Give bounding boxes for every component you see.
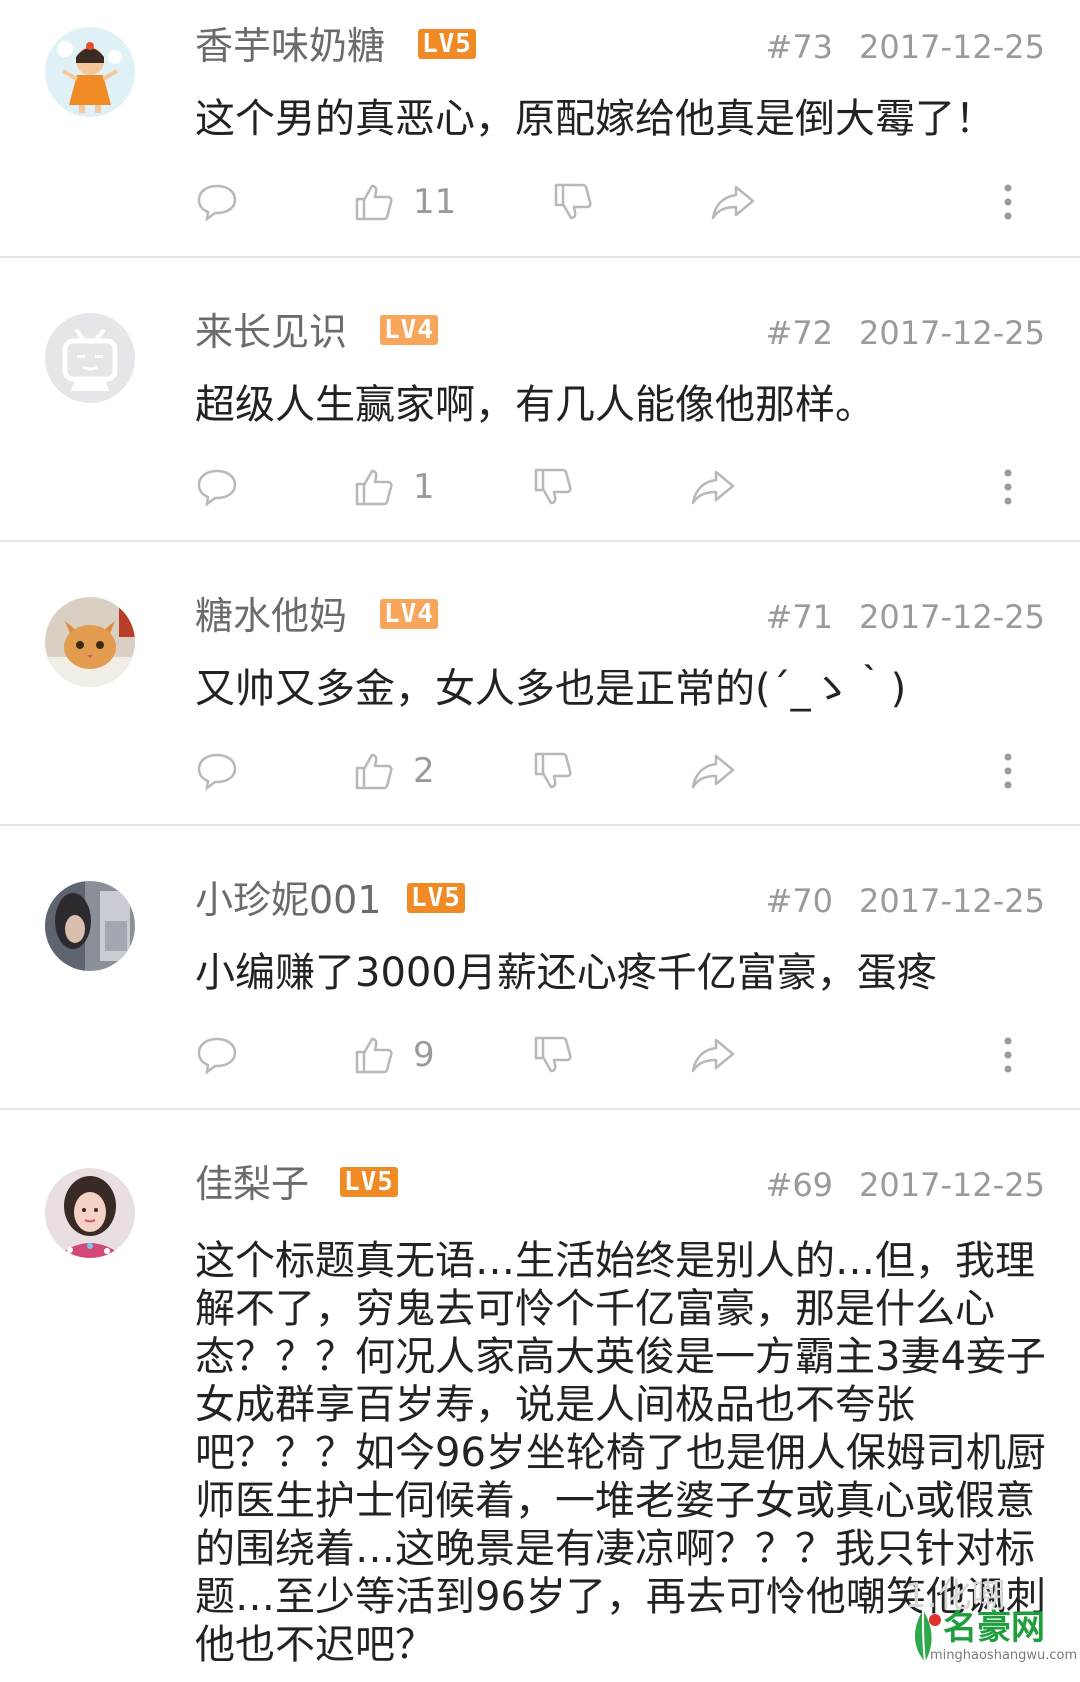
comment-bubble-icon xyxy=(197,469,237,507)
more-dots-icon xyxy=(1004,184,1012,220)
more-dots-icon xyxy=(1004,469,1012,505)
reply-button[interactable] xyxy=(196,746,238,796)
comment-meta: #72 2017-12-25 xyxy=(766,317,1046,349)
username[interactable]: 佳梨子 xyxy=(195,1165,309,1203)
share-button[interactable] xyxy=(690,746,736,796)
avatar[interactable] xyxy=(45,313,135,403)
tv-mascot-avatar-icon xyxy=(45,313,135,403)
dislike-button[interactable] xyxy=(552,177,594,227)
more-dots-icon xyxy=(1004,753,1012,789)
share-arrow-icon xyxy=(691,754,735,789)
comment-meta: #71 2017-12-25 xyxy=(766,601,1046,633)
like-count: 1 xyxy=(413,467,435,507)
thumbs-down-icon xyxy=(534,1036,572,1073)
comment-bubble-icon xyxy=(197,184,237,222)
reply-button[interactable] xyxy=(196,1030,238,1080)
share-button[interactable] xyxy=(690,462,736,512)
thumbs-down-icon xyxy=(534,752,572,789)
reply-button[interactable] xyxy=(196,177,238,227)
level-badge: LV4 xyxy=(380,315,438,345)
comment-text: 超级人生赢家啊，有几人能像他那样。 xyxy=(195,382,875,428)
like-button[interactable]: 1 xyxy=(353,462,435,512)
share-button[interactable] xyxy=(710,177,756,227)
comment-date: 2017-12-25 xyxy=(859,314,1045,352)
level-badge: LV4 xyxy=(380,599,438,629)
comment-list: 香芋味奶糖 LV5 #73 2017-12-25 这个男的真恶心，原配嫁给他真是倒… xyxy=(0,0,1080,1682)
more-options-button[interactable] xyxy=(1004,1030,1012,1080)
comment-meta: #70 2017-12-25 xyxy=(766,885,1046,917)
cat-avatar-icon xyxy=(45,597,135,687)
photo-avatar-icon xyxy=(45,881,135,971)
username[interactable]: 小珍妮001 xyxy=(195,881,382,919)
like-button[interactable]: 11 xyxy=(353,177,456,227)
thumbs-up-icon xyxy=(355,753,393,790)
like-count: 2 xyxy=(413,751,435,791)
share-button[interactable] xyxy=(690,1030,736,1080)
floor-number: #72 xyxy=(765,314,834,352)
like-button[interactable]: 9 xyxy=(353,1030,435,1080)
like-count: 9 xyxy=(413,1035,435,1075)
girl-cartoon-avatar-icon xyxy=(45,27,135,117)
floor-number: #70 xyxy=(765,882,834,920)
comment-item: 糖水他妈 LV4 #71 2017-12-25 又帅又多金，女人多也是正常的(´_… xyxy=(0,542,1080,826)
comment-actions: 2 xyxy=(0,746,1080,796)
comment-bubble-icon xyxy=(197,753,237,791)
comment-text: 又帅又多金，女人多也是正常的(´_ゝ｀) xyxy=(195,666,907,712)
comment-bubble-icon xyxy=(197,1037,237,1075)
level-badge: LV5 xyxy=(418,29,476,59)
comment-meta: #73 2017-12-25 xyxy=(766,31,1046,63)
thumbs-up-icon xyxy=(355,1037,393,1074)
share-arrow-icon xyxy=(691,470,735,505)
like-button[interactable]: 2 xyxy=(353,746,435,796)
girl-photo-avatar-icon xyxy=(45,1168,135,1258)
username[interactable]: 香芋味奶糖 xyxy=(195,27,385,65)
comment-item: 香芋味奶糖 LV5 #73 2017-12-25 这个男的真恶心，原配嫁给他真是倒… xyxy=(0,0,1080,258)
dislike-button[interactable] xyxy=(532,462,574,512)
avatar[interactable] xyxy=(45,27,135,117)
avatar[interactable] xyxy=(45,597,135,687)
level-badge: LV5 xyxy=(407,883,465,913)
comment-date: 2017-12-25 xyxy=(859,28,1045,66)
reply-button[interactable] xyxy=(196,462,238,512)
thumbs-down-icon xyxy=(534,468,572,505)
comment-date: 2017-12-25 xyxy=(859,1166,1045,1204)
comment-actions: 11 xyxy=(0,177,1080,227)
thumbs-down-icon xyxy=(554,183,592,220)
comment-item: 来长见识 LV4 #72 2017-12-25 超级人生赢家啊，有几人能像他那样。… xyxy=(0,258,1080,542)
more-options-button[interactable] xyxy=(1004,746,1012,796)
dislike-button[interactable] xyxy=(532,746,574,796)
watermark-title: 名豪网 xyxy=(943,1608,1045,1648)
share-arrow-icon xyxy=(711,185,755,220)
comment-actions: 1 xyxy=(0,462,1080,512)
more-dots-icon xyxy=(1004,1037,1012,1073)
comment-date: 2017-12-25 xyxy=(859,598,1045,636)
watermark-url: minghaoshangwu.com xyxy=(930,1648,1078,1663)
share-arrow-icon xyxy=(691,1038,735,1073)
thumbs-up-icon xyxy=(355,469,393,506)
comment-text: 小编赚了3000月薪还心疼千亿富豪，蛋疼 xyxy=(195,950,937,996)
comment-date: 2017-12-25 xyxy=(859,882,1045,920)
comment-item: 小珍妮001 LV5 #70 2017-12-25 小编赚了3000月薪还心疼千亿… xyxy=(0,826,1080,1110)
floor-number: #69 xyxy=(765,1166,834,1204)
avatar[interactable] xyxy=(45,1168,135,1258)
floor-number: #73 xyxy=(765,28,834,66)
username[interactable]: 来长见识 xyxy=(195,313,347,351)
more-options-button[interactable] xyxy=(1004,462,1012,512)
site-watermark: 1.化嘲 名豪网 minghaoshangwu.com xyxy=(905,1576,1080,1682)
like-count: 11 xyxy=(413,182,457,222)
floor-number: #71 xyxy=(765,598,834,636)
more-options-button[interactable] xyxy=(1004,177,1012,227)
username[interactable]: 糖水他妈 xyxy=(195,597,347,635)
level-badge: LV5 xyxy=(340,1167,398,1197)
thumbs-up-icon xyxy=(355,184,393,221)
comment-actions: 9 xyxy=(0,1030,1080,1080)
comment-text: 这个男的真恶心，原配嫁给他真是倒大霉了！ xyxy=(195,96,995,142)
comment-meta: #69 2017-12-25 xyxy=(766,1169,1046,1201)
dislike-button[interactable] xyxy=(532,1030,574,1080)
avatar[interactable] xyxy=(45,881,135,971)
